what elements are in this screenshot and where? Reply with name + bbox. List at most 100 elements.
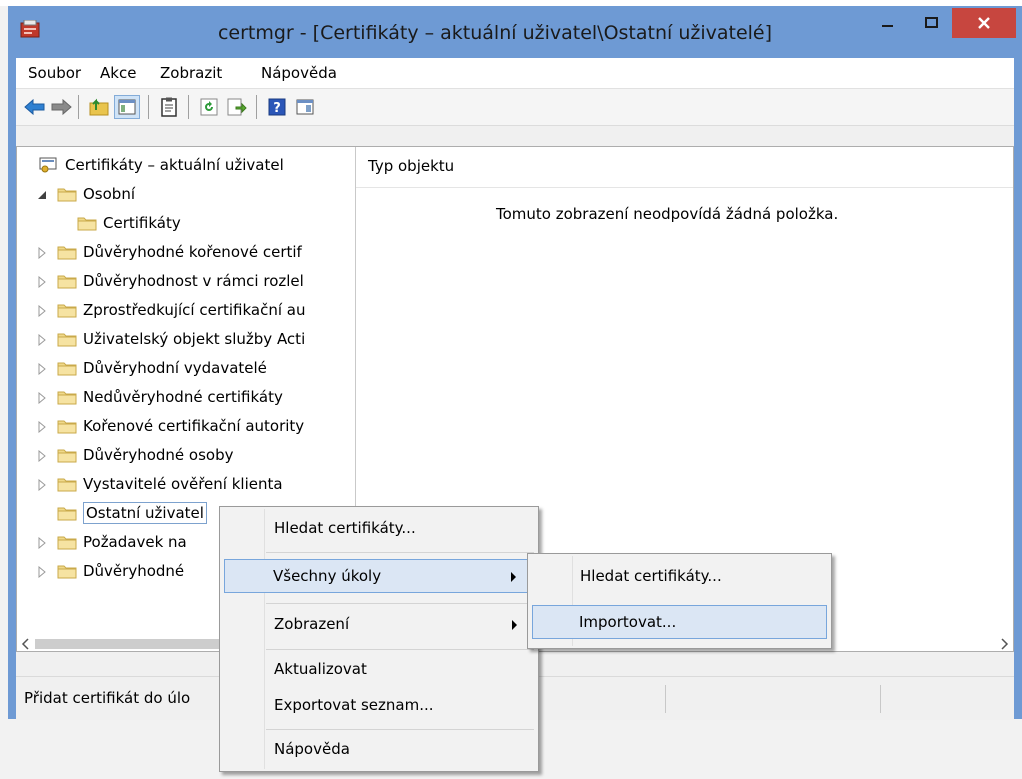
menu-napoveda[interactable]: Nápověda [261, 64, 337, 82]
maximize-icon [925, 17, 938, 28]
status-divider [665, 685, 666, 713]
help-button[interactable]: ? [264, 95, 290, 119]
submenu-item-importovat[interactable]: Importovat... [532, 605, 827, 639]
tree-item-label: Důvěryhodné osoby [83, 446, 234, 464]
toolbar-separator [256, 95, 257, 119]
tree-item-label: Kořenové certifikační autority [83, 417, 305, 435]
menu-soubor[interactable]: Soubor [28, 64, 81, 82]
menu-separator [266, 603, 534, 604]
forward-arrow-icon [51, 99, 72, 115]
menu-item-label: Všechny úkoly [273, 567, 382, 585]
expand-triangle-icon[interactable] [37, 276, 47, 288]
menu-separator [266, 552, 534, 553]
folder-icon [57, 246, 77, 260]
folder-icon [57, 391, 77, 405]
tree-item-duveryhodne-osoby[interactable]: Důvěryhodné osoby [17, 441, 355, 471]
back-arrow-icon [24, 99, 45, 115]
folder-icon [77, 217, 97, 231]
menu-akce[interactable]: Akce [100, 64, 136, 82]
toolbar-separator [78, 95, 79, 119]
expand-triangle-icon[interactable] [37, 305, 47, 317]
collapse-triangle-icon[interactable] [37, 189, 47, 201]
tree-item-label: Důvěryhodnost v rámci rozlel [83, 272, 304, 290]
menu-item-aktualizovat[interactable]: Aktualizovat [222, 653, 534, 687]
tree-item-uzivatelsky-objekt[interactable]: Uživatelský objekt služby Acti [17, 325, 355, 355]
svg-text:?: ? [273, 101, 281, 116]
tree-item-neduveryhodne[interactable]: Nedůvěryhodné certifikáty [17, 383, 355, 413]
maximize-button[interactable] [910, 8, 954, 38]
show-hide-tree-icon [118, 99, 136, 115]
expand-triangle-icon[interactable] [37, 247, 47, 259]
folder-icon [57, 536, 77, 550]
toolbar-separator [148, 95, 149, 119]
tree-item-label: Uživatelský objekt služby Acti [83, 330, 306, 348]
menu-separator [266, 649, 534, 650]
menu-item-exportovat-seznam[interactable]: Exportovat seznam... [222, 689, 534, 723]
tree-root-label: Certifikáty – aktuální uživatel [65, 156, 284, 174]
status-text: Přidat certifikát do úlo [24, 689, 191, 707]
submenu-vsechny-ukoly: Hledat certifikáty... Importovat... [527, 553, 832, 649]
submenu-item-hledat-certifikaty[interactable]: Hledat certifikáty... [530, 560, 827, 594]
tree-item-zprostredkujici[interactable]: Zprostředkující certifikační au [17, 296, 355, 326]
tree-item-label: Certifikáty [103, 214, 181, 232]
forward-button[interactable] [48, 95, 74, 119]
folder-icon [57, 275, 77, 289]
show-hide-tree-button[interactable] [114, 95, 140, 119]
menu-item-label: Zobrazení [274, 615, 350, 633]
close-icon [978, 17, 990, 29]
menu-item-zobrazeni[interactable]: Zobrazení [222, 608, 534, 642]
submenu-arrow-icon [511, 572, 516, 582]
tree-item-duveryhodnost-v-ramci[interactable]: Důvěryhodnost v rámci rozlel [17, 267, 355, 297]
folder-icon [57, 449, 77, 463]
expand-triangle-icon[interactable] [37, 363, 47, 375]
submenu-arrow-icon [512, 620, 517, 630]
expand-triangle-icon[interactable] [37, 450, 47, 462]
menu-separator [266, 729, 534, 730]
menu-item-label: Hledat certifikáty... [580, 567, 722, 585]
menu-item-label: Importovat... [579, 613, 677, 631]
folder-icon [57, 333, 77, 347]
console-tree-button[interactable] [292, 95, 318, 119]
tree-item-label: Požadavek na [83, 533, 187, 551]
menu-item-napoveda[interactable]: Nápověda [222, 733, 534, 767]
tree-item-vystavitele-overeni[interactable]: Vystavitelé ověření klienta [17, 470, 355, 500]
console-tree-icon [296, 99, 314, 115]
menu-zobrazit[interactable]: Zobrazit [160, 64, 222, 82]
expand-triangle-icon[interactable] [37, 537, 47, 549]
scroll-right-icon[interactable] [999, 638, 1009, 650]
minimize-button[interactable] [866, 8, 910, 38]
menu-item-vsechny-ukoly[interactable]: Všechny úkoly [224, 559, 530, 593]
folder-icon [57, 420, 77, 434]
help-icon: ? [268, 98, 286, 116]
menu-item-label: Exportovat seznam... [274, 696, 434, 714]
expand-triangle-icon[interactable] [37, 479, 47, 491]
scroll-left-icon[interactable] [21, 638, 31, 650]
minimize-icon [882, 25, 893, 27]
status-divider [880, 685, 881, 713]
refresh-button[interactable] [196, 95, 222, 119]
expand-triangle-icon[interactable] [37, 566, 47, 578]
back-button[interactable] [22, 95, 48, 119]
tree-item-duveryhodni-vydavatele[interactable]: Důvěryhodní vydavatelé [17, 354, 355, 384]
up-one-level-button[interactable] [86, 95, 112, 119]
tree-item-osobni[interactable]: Osobní [17, 180, 355, 210]
expand-triangle-icon[interactable] [37, 334, 47, 346]
tree-item-duveryhodne-korenove[interactable]: Důvěryhodné kořenové certif [17, 238, 355, 268]
expand-triangle-icon[interactable] [37, 421, 47, 433]
tree-item-label: Důvěryhodní vydavatelé [83, 359, 267, 377]
folder-icon [57, 565, 77, 579]
tree-item-certifikaty[interactable]: Certifikáty [17, 209, 355, 239]
tree-item-korenove-autority[interactable]: Kořenové certifikační autority [17, 412, 355, 442]
refresh-icon [200, 98, 218, 116]
export-list-button[interactable] [224, 95, 250, 119]
expand-triangle-icon[interactable] [37, 392, 47, 404]
export-list-icon [227, 98, 247, 116]
menu-item-hledat-certifikaty[interactable]: Hledat certifikáty... [222, 512, 534, 546]
tree-root[interactable]: Certifikáty – aktuální uživatel [17, 151, 355, 181]
title-bar[interactable]: certmgr - [Certifikáty – aktuální uživat… [8, 6, 1022, 58]
toolbar: ? [16, 89, 1014, 126]
clipboard-button[interactable] [156, 95, 182, 119]
column-header-typ-objektu[interactable]: Typ objektu [368, 157, 454, 175]
empty-message: Tomuto zobrazení neodpovídá žádná položk… [496, 205, 839, 223]
close-button[interactable] [952, 8, 1016, 38]
